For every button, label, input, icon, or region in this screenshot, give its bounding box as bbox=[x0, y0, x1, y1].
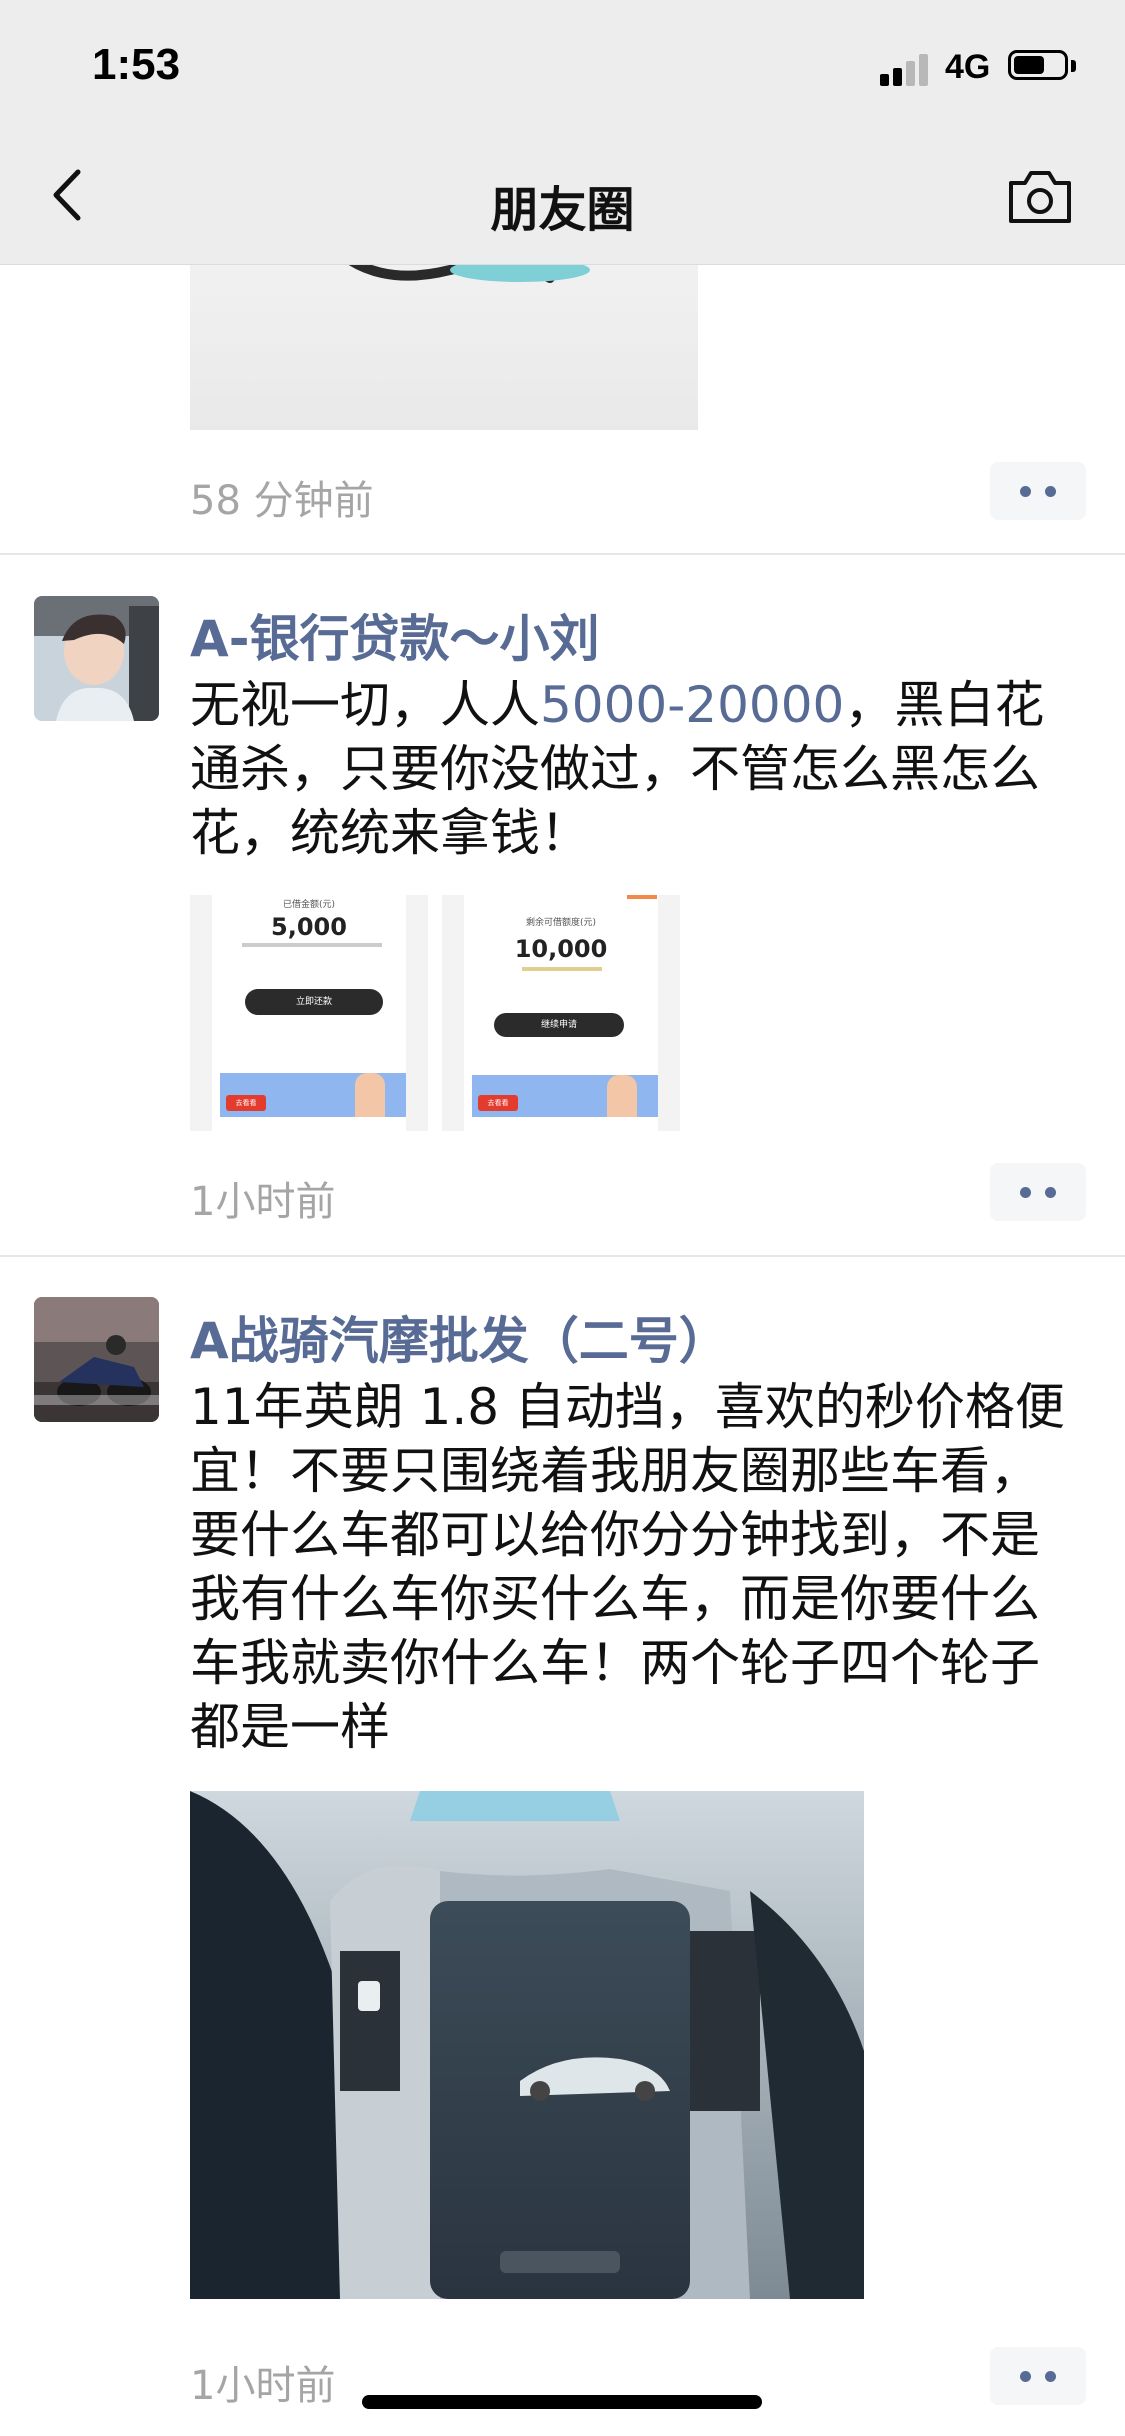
post-content: 无视一切，人人5000-20000，黑白花通杀，只要你没做过，不管怎么黑怎么花，… bbox=[190, 673, 1090, 865]
home-indicator[interactable] bbox=[362, 2395, 762, 2409]
post-timestamp: 58 分钟前 bbox=[190, 478, 374, 524]
image-banner-button: 去看看 bbox=[226, 1095, 266, 1111]
post-timestamp: 1小时前 bbox=[190, 1179, 336, 1225]
camera-icon[interactable] bbox=[1005, 167, 1075, 227]
more-dots-icon[interactable] bbox=[990, 2347, 1086, 2405]
image-button-text: 继续申请 bbox=[540, 1020, 577, 1030]
more-dots-icon[interactable] bbox=[990, 462, 1086, 520]
phone-number-link[interactable]: 5000-20000 bbox=[540, 676, 844, 734]
image-header-text: 剩余可借额度(元) bbox=[525, 918, 597, 928]
image-button: 继续申请 bbox=[494, 1013, 624, 1037]
post-image[interactable]: 已借金额(元) 5,000 立即还款 去看看 bbox=[190, 895, 428, 1131]
image-header-text: 已借金额(元) bbox=[282, 900, 336, 910]
status-time: 1:53 bbox=[92, 40, 181, 89]
page-title: 朋友圈 bbox=[490, 182, 635, 238]
more-dots-icon[interactable] bbox=[990, 1163, 1086, 1221]
navigation-bar: 1:53 4G 朋友圈 bbox=[0, 0, 1125, 265]
cellular-signal-icon bbox=[880, 52, 932, 86]
network-type: 4G bbox=[945, 48, 991, 86]
image-button: 立即还款 bbox=[245, 989, 383, 1015]
image-amount-text: 10,000 bbox=[514, 935, 608, 963]
moment-post: A-银行贷款～小刘 无视一切，人人5000-20000，黑白花通杀，只要你没做过… bbox=[0, 553, 1125, 1257]
image-banner-button-text: 去看看 bbox=[487, 1099, 509, 1107]
battery-icon bbox=[1008, 50, 1078, 82]
post-author[interactable]: A战骑汽摩批发（二号） bbox=[190, 1301, 729, 1373]
post-content: 11年英朗 1.8 自动挡，喜欢的秒价格便宜！不要只围绕着我朋友圈那些车看，要什… bbox=[190, 1378, 1065, 1756]
post-image[interactable] bbox=[190, 1791, 864, 2299]
post-timestamp: 1小时前 bbox=[190, 2363, 336, 2409]
post-image[interactable]: 剩余可借额度(元) 10,000 继续申请 去看看 bbox=[442, 895, 680, 1131]
image-banner-button-text: 去看看 bbox=[235, 1099, 257, 1107]
moment-post: A战骑汽摩批发（二号） 11年英朗 1.8 自动挡，喜欢的秒价格便宜！不要只围绕… bbox=[0, 1255, 1125, 2436]
image-banner-button: 去看看 bbox=[478, 1095, 518, 1111]
post-author[interactable]: A-银行贷款～小刘 bbox=[190, 599, 599, 671]
avatar[interactable] bbox=[34, 596, 159, 721]
avatar[interactable] bbox=[34, 1297, 159, 1422]
post-content-text: 无视一切，人人 bbox=[190, 676, 540, 734]
image-amount-text: 5,000 bbox=[271, 913, 347, 941]
image-button-text: 立即还款 bbox=[295, 997, 332, 1007]
